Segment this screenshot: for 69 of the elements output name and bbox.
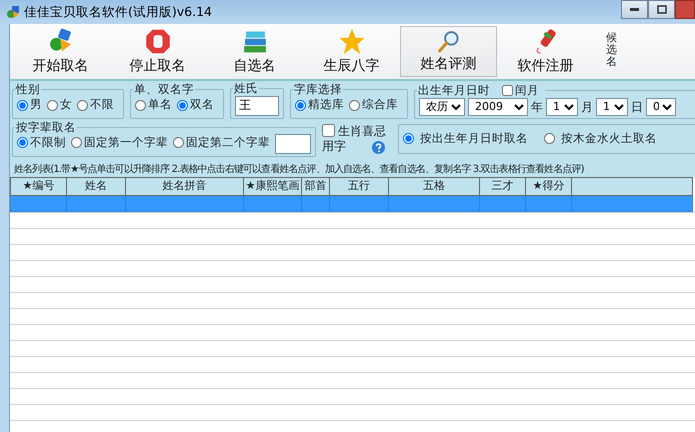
column-header[interactable]: 部首 — [302, 178, 330, 196]
unit-label: 日 — [631, 98, 643, 116]
checkbox-label[interactable]: 生肖喜忌用字 — [322, 124, 386, 154]
radio-button[interactable] — [295, 100, 306, 110]
toolbar-button[interactable]: 生辰八字 — [303, 24, 400, 79]
app-icon — [6, 5, 20, 19]
radio-button[interactable] — [349, 100, 360, 110]
toolbar-button[interactable]: 停止取名 — [109, 24, 206, 79]
generation-field[interactable] — [275, 134, 311, 154]
radio-label[interactable]: 不限制 — [30, 134, 66, 152]
maximize-icon — [656, 5, 666, 14]
radio-label[interactable]: 综合库 — [362, 96, 398, 114]
group-legend: 姓氏 — [233, 83, 259, 94]
month-select[interactable]: 1 — [546, 98, 578, 116]
toolbar-button[interactable]: 姓名评测 — [400, 26, 497, 77]
radio-button[interactable] — [135, 100, 146, 110]
table-caption: 姓名列表(1.带★号点单击可以升降排序 2.表格中点击右键可以查看姓名点评、加入自选名、查看自选名、复制名字 3.双击表格行查看姓名点评) — [10, 160, 695, 178]
column-header[interactable]: ★得分 — [526, 178, 572, 196]
group-legend: 性别 — [15, 84, 41, 96]
window-title: 佳佳宝贝取名软件(试用版)v6.14 — [24, 2, 212, 21]
checkbox-label[interactable]: 闰月 — [515, 85, 539, 96]
radio-label[interactable]: 固定第二个字辈 — [186, 134, 270, 152]
help-icon[interactable] — [372, 141, 385, 154]
day-select[interactable]: 1 — [596, 98, 628, 116]
group-legend: 字库选择 — [293, 84, 343, 96]
maximize-button[interactable] — [648, 0, 675, 19]
surname-field[interactable]: 王 — [235, 96, 279, 116]
minimize-button[interactable] — [621, 0, 648, 19]
toolbar-button[interactable]: 软件注册 — [497, 24, 594, 79]
group-legend: 单、双名字 — [133, 84, 195, 96]
toolbar-button[interactable]: 自选名 — [206, 24, 303, 79]
radio-button[interactable] — [71, 137, 82, 148]
minimize-icon — [630, 8, 639, 11]
unit-label: 年 — [531, 98, 543, 116]
group-legend: 按字辈取名 — [15, 122, 77, 133]
radio-button[interactable] — [17, 137, 28, 148]
hour-select[interactable]: 0 — [646, 98, 676, 116]
radio-button[interactable] — [403, 132, 414, 144]
column-header[interactable]: ★康熙笔画 — [244, 178, 302, 196]
checkbox[interactable] — [502, 85, 513, 96]
radio-label[interactable]: 双名 — [190, 96, 214, 114]
radio-label[interactable]: 单名 — [148, 96, 172, 114]
column-header[interactable]: ★编号 — [10, 178, 66, 196]
column-header[interactable]: 姓名 — [66, 178, 126, 196]
radio-label[interactable]: 不限 — [90, 96, 114, 114]
radio-button[interactable] — [173, 137, 184, 148]
column-header[interactable]: 五行 — [330, 178, 388, 196]
candidate-label[interactable]: 候选名 — [606, 32, 620, 79]
radio-label[interactable]: 男 — [30, 96, 42, 114]
radio-button[interactable] — [544, 132, 555, 144]
column-header[interactable]: 姓名拼音 — [126, 178, 244, 196]
star-icon — [336, 27, 366, 56]
radio-label[interactable]: 女 — [60, 96, 72, 114]
radio-label[interactable]: 精选库 — [308, 96, 344, 114]
toolbar-button[interactable]: 开始取名 — [12, 24, 109, 79]
radio-button[interactable] — [17, 100, 28, 110]
radio-button[interactable] — [77, 100, 88, 110]
column-header[interactable]: 三才 — [480, 178, 526, 196]
column-header[interactable]: 五格 — [388, 178, 480, 196]
calendar-select[interactable]: 农历 — [419, 98, 465, 116]
radio-button[interactable] — [177, 100, 188, 110]
year-select[interactable]: 2009 — [468, 98, 528, 116]
radio-label[interactable]: 按木金水火土取名 — [561, 130, 657, 147]
group-legend: 出生年月日时 — [418, 85, 490, 96]
unit-label: 月 — [581, 98, 593, 116]
checkbox[interactable] — [322, 124, 335, 138]
radio-label[interactable]: 固定第一个字辈 — [84, 134, 168, 152]
radio-label[interactable]: 按出生年月日时取名 — [420, 130, 528, 147]
radio-button[interactable] — [47, 100, 58, 110]
